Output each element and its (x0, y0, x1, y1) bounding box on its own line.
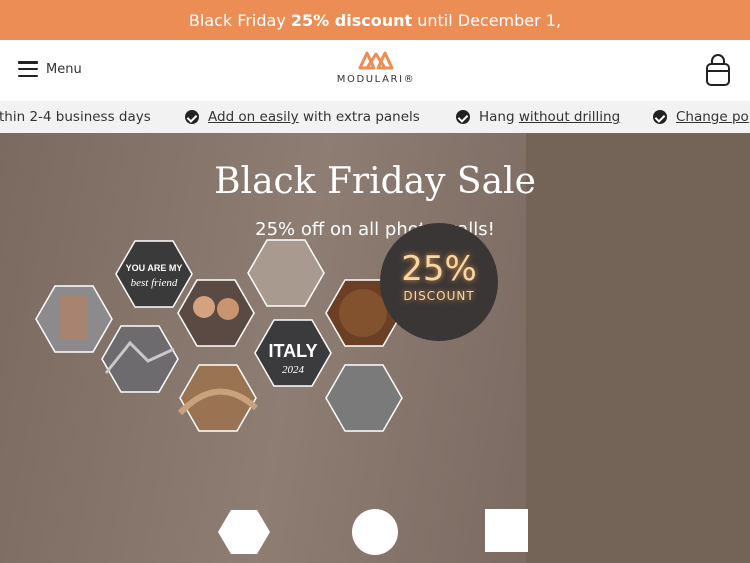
logo[interactable]: MODULARI® (335, 50, 417, 85)
usp-bar: thin 2-4 business days Add on easily wit… (0, 101, 750, 133)
discount-badge: 25% DISCOUNT (380, 223, 498, 341)
usp-item-no-drilling: Hang without drilling (456, 109, 620, 125)
usp-text: with extra panels (302, 109, 420, 125)
modulari-logo-icon (358, 51, 394, 70)
site-header: Menu MODULARI® (0, 40, 750, 101)
circle-shape-icon[interactable] (352, 509, 398, 555)
photo-tile-friends (177, 279, 255, 347)
promo-bar: Black Friday 25% discount until December… (0, 0, 750, 40)
tile-text-best-friend: best friend (131, 277, 178, 289)
promo-suffix: until December 1, (417, 10, 562, 30)
badge-percent: 25% (401, 249, 477, 289)
usp-item-add-on: Add on easily with extra panels (185, 109, 420, 125)
usp-link-without-drilling[interactable]: without drilling (519, 109, 620, 125)
check-icon (456, 110, 470, 124)
menu-label: Menu (46, 61, 82, 77)
photo-tile-mountains (101, 325, 179, 393)
hero-banner[interactable]: Black Friday Sale 25% off on all photo w… (0, 133, 750, 563)
photo-tile-cliff (325, 364, 403, 432)
tile-text-italy: ITALY (268, 341, 317, 361)
badge-label: DISCOUNT (403, 289, 475, 303)
usp-text: thin 2-4 business days (0, 109, 151, 125)
photo-collage: YOU ARE MY best friend ITALY 2024 (35, 239, 403, 432)
promo-discount: 25% discount (290, 10, 413, 30)
usp-item-delivery: thin 2-4 business days (0, 109, 151, 125)
usp-link-change[interactable]: Change po (676, 109, 749, 125)
tile-text-you-are-my: YOU ARE MY (126, 263, 183, 273)
photo-tile-best-friend (115, 240, 193, 308)
usp-link-add-on[interactable]: Add on easily (208, 109, 299, 125)
tile-text-year: 2024 (282, 364, 305, 376)
usp-item-change: Change po (653, 109, 749, 125)
photo-tile-beach (247, 239, 325, 307)
promo-prefix: Black Friday (188, 10, 286, 30)
square-shape-icon[interactable] (485, 509, 528, 552)
hamburger-icon (18, 61, 38, 77)
usp-text: Hang (479, 109, 515, 125)
check-icon (653, 110, 667, 124)
logo-text: MODULARI® (336, 74, 416, 85)
hero-title: Black Friday Sale (214, 161, 536, 202)
shopping-bag-icon[interactable] (704, 54, 732, 88)
hexagon-shape-icon[interactable] (218, 509, 270, 555)
check-icon (185, 110, 199, 124)
menu-button[interactable]: Menu (18, 61, 82, 77)
